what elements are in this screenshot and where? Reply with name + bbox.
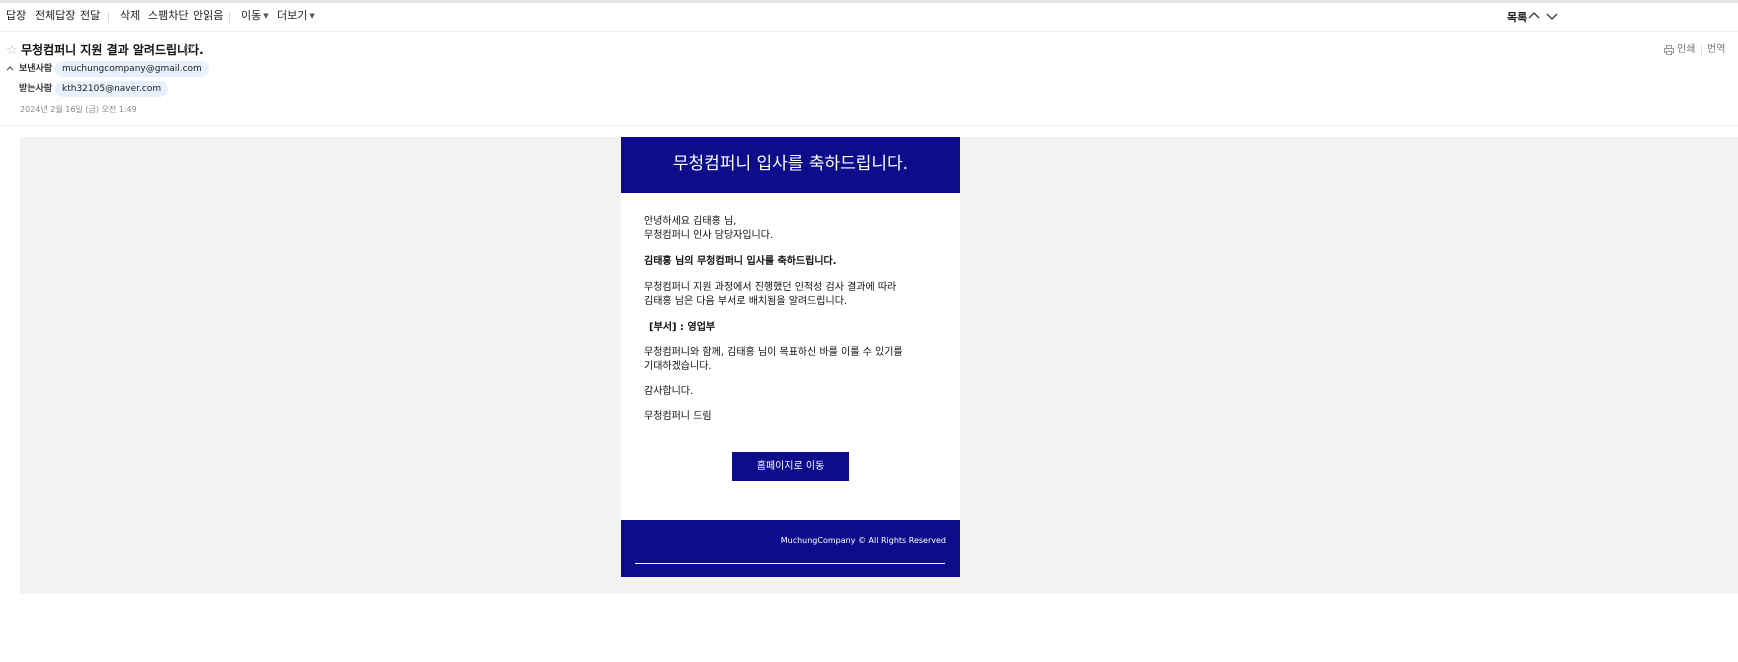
print-icon[interactable] [1664,45,1674,55]
reply-all-button[interactable]: 전체답장 [35,9,75,23]
signature-text: 무청컴퍼니 드림 [644,411,712,422]
caret-down-icon: ▼ [309,12,315,20]
chevron-up-icon[interactable] [1527,9,1541,23]
email-banner: 무청컴퍼니 입사를 축하드립니다. [621,137,960,193]
closing-line-2: 기대하겠습니다. [644,361,712,372]
list-button[interactable]: 목록 [1507,9,1527,25]
footer-copyright: MuchungCompany © All Rights Reserved [780,536,946,545]
recipient-row: 받는사람 kth32105@naver.com [6,81,206,97]
sender-chip[interactable]: muchungcompany@gmail.com [55,61,209,77]
external-link-icon[interactable] [184,44,193,53]
email-card: 무청컴퍼니 입사를 축하드립니다. 안녕하세요 김태홍 님, 무청컴퍼니 인사 … [621,137,960,577]
collapse-icon[interactable] [6,65,14,71]
header-divider [1701,46,1702,55]
closing-line-1: 무청컴퍼니와 함께, 김태홍 님이 목표하신 바를 이룰 수 있기를 [644,347,903,358]
recipient-label: 받는사람 [19,84,53,94]
result-line-2: 김태홍 님은 다음 부서로 배치됨을 알려드립니다. [644,296,848,307]
more-label: 더보기 [277,9,308,22]
star-icon[interactable]: ☆ [6,43,18,58]
recipient-chip[interactable]: kth32105@naver.com [55,81,169,97]
delete-button[interactable]: 삭제 [120,9,140,23]
homepage-button[interactable]: 홈페이지로 이동 [732,452,849,481]
mail-date: 2024년 2월 16일 (금) 오전 1:49 [20,105,137,114]
greeting-line-2: 무청컴퍼니 인사 담당자입니다. [644,230,774,241]
thanks-text: 감사합니다. [644,386,694,397]
more-dropdown[interactable]: 더보기 ▼ [277,9,315,23]
mail-subject: 무청컴퍼니 지원 결과 알려드립니다. [21,43,204,57]
chevron-down-icon[interactable] [1545,9,1559,23]
toolbar-divider [108,12,109,23]
header-divider [0,125,1738,126]
sender-label: 보낸사람 [19,64,53,74]
result-line-1: 무청컴퍼니 지원 과정에서 진행했던 인적성 검사 결과에 따라 [644,282,897,293]
caret-down-icon: ▼ [263,12,269,20]
footer-divider [635,563,945,564]
mark-unread-button[interactable]: 안읽음 [193,9,223,23]
congrats-text: 김태홍 님의 무청컴퍼니 입사를 축하드립니다. [644,256,837,267]
banner-title: 무청컴퍼니 입사를 축하드립니다. [672,154,909,174]
translate-button[interactable]: 번역 [1707,43,1725,57]
mail-toolbar: 답장 전체답장 전달 삭제 스팸차단 안읽음 이동 ▼ 더보기 ▼ 목록 [0,3,1738,32]
spam-block-button[interactable]: 스팸차단 [148,9,188,23]
toolbar-divider [229,12,230,23]
print-button[interactable]: 인쇄 [1677,43,1695,57]
move-label: 이동 [241,9,262,22]
email-footer: MuchungCompany © All Rights Reserved [621,520,960,577]
move-dropdown[interactable]: 이동 ▼ [241,9,269,23]
forward-button[interactable]: 전달 [80,9,100,23]
reply-button[interactable]: 답장 [6,9,26,23]
department-text: [부서] : 영업부 [649,322,716,333]
sender-row: 보낸사람 muchungcompany@gmail.com [6,61,209,77]
greeting-line-1: 안녕하세요 김태홍 님, [644,216,737,227]
